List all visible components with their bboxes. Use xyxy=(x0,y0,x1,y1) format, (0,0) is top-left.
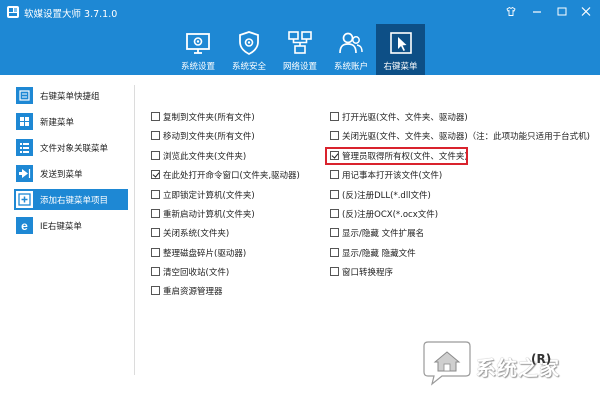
checkbox[interactable] xyxy=(330,131,339,140)
checkbox[interactable] xyxy=(151,131,160,140)
watermark-registered-mark: (R) xyxy=(531,352,552,366)
checkbox[interactable] xyxy=(151,190,160,199)
close-icon xyxy=(581,7,591,16)
checkbox[interactable] xyxy=(330,248,339,257)
option-label: (反)注册DLL(*.dll文件) xyxy=(342,191,431,201)
option-label: 重启资源管理器 xyxy=(163,287,223,297)
tab-context-menu[interactable]: 右键菜单 xyxy=(376,24,425,75)
option-label: 关闭光驱(文件、文件夹、驱动器)（注：此项功能只适用于台式机) xyxy=(342,132,590,142)
tab-label: 系统设置 xyxy=(180,62,215,72)
checkbox[interactable] xyxy=(151,209,160,218)
sidebar-item-ie-context-menu[interactable]: e IE右键菜单 xyxy=(14,215,128,236)
close-button[interactable] xyxy=(577,3,595,20)
sidebar-item-label: 右键菜单快捷组 xyxy=(40,92,100,102)
svg-text:e: e xyxy=(21,219,28,233)
tab-label: 网络设置 xyxy=(282,62,317,72)
checkbox[interactable] xyxy=(151,112,160,121)
sidebar-item-label: 新建菜单 xyxy=(40,118,75,128)
checkbox[interactable] xyxy=(330,209,339,218)
tab-label: 系统安全 xyxy=(231,62,266,72)
window-title: 软媒设置大师 3.7.1.0 xyxy=(24,9,118,20)
checkbox[interactable] xyxy=(151,151,160,160)
option-label: 复制到文件夹(所有文件) xyxy=(163,113,255,123)
checkbox[interactable] xyxy=(330,228,339,237)
checkbox[interactable] xyxy=(151,228,160,237)
checkbox[interactable] xyxy=(151,286,160,295)
option-label: 重新启动计算机(文件夹) xyxy=(163,210,255,220)
skin-button[interactable] xyxy=(502,3,520,20)
watermark: 系统之家 xyxy=(420,340,590,390)
checkbox[interactable] xyxy=(151,267,160,276)
option-label: 移动到文件夹(所有文件) xyxy=(163,132,255,142)
option-label: 关闭系统(文件夹) xyxy=(163,229,230,239)
list-icon xyxy=(16,139,33,156)
title-bar: 软媒设置大师 3.7.1.0 xyxy=(0,0,600,24)
tab-system-accounts[interactable]: 系统账户 xyxy=(325,24,377,75)
option-label: (反)注册OCX(*.ocx文件) xyxy=(342,210,439,220)
minimize-button[interactable] xyxy=(528,3,546,20)
sidebar: 右键菜单快捷组 新建菜单 文件对象关联菜单 发送到菜单 添加右键菜单项目 e I… xyxy=(14,85,128,241)
checkbox[interactable] xyxy=(330,190,339,199)
sidebar-item-context-menu-groups[interactable]: 右键菜单快捷组 xyxy=(14,85,128,106)
sidebar-item-add-context-menu-items[interactable]: 添加右键菜单项目 xyxy=(14,189,128,210)
sidebar-item-send-to-menu[interactable]: 发送到菜单 xyxy=(14,163,128,184)
menu-list-icon xyxy=(16,87,33,104)
minimize-icon xyxy=(533,11,541,13)
sidebar-item-label: 添加右键菜单项目 xyxy=(40,196,109,206)
sidebar-item-label: IE右键菜单 xyxy=(40,222,82,232)
option-label: 浏览此文件夹(文件夹) xyxy=(163,152,247,162)
option-label: 打开光驱(文件、文件夹、驱动器) xyxy=(342,113,468,123)
tab-label: 系统账户 xyxy=(333,62,368,72)
send-arrow-icon xyxy=(16,165,33,182)
cursor-click-icon xyxy=(389,32,412,54)
shirt-icon xyxy=(506,7,516,16)
option-label: 整理磁盘碎片(驱动器) xyxy=(163,249,247,259)
tab-network-settings[interactable]: 网络设置 xyxy=(274,24,326,75)
annotation-highlight-box xyxy=(325,147,468,165)
option-label: 在此处打开命令窗口(文件夹,驱动器) xyxy=(163,171,300,181)
checkbox-checked[interactable] xyxy=(151,170,160,179)
tab-label: 右键菜单 xyxy=(383,62,418,72)
network-icon xyxy=(288,31,312,54)
sidebar-item-file-association-menu[interactable]: 文件对象关联菜单 xyxy=(14,137,128,158)
shield-gear-icon xyxy=(239,31,259,56)
option-label: 清空回收站(文件) xyxy=(163,268,230,278)
ie-icon: e xyxy=(16,217,33,234)
app-logo-icon xyxy=(7,6,19,18)
new-grid-icon xyxy=(16,113,33,130)
maximize-button[interactable] xyxy=(553,3,571,20)
option-label: 窗口转换程序 xyxy=(342,268,394,278)
option-label: 显示/隐藏 隐藏文件 xyxy=(342,249,416,259)
main-toolbar: 系统设置 系统安全 网络设置 系统账户 右键菜单 xyxy=(0,24,600,75)
add-item-icon xyxy=(16,191,33,208)
sidebar-divider xyxy=(134,85,135,375)
checkbox[interactable] xyxy=(330,112,339,121)
option-label: 用记事本打开该文件(文件) xyxy=(342,171,443,181)
maximize-icon xyxy=(557,7,567,16)
sidebar-item-label: 文件对象关联菜单 xyxy=(40,144,109,154)
checkbox[interactable] xyxy=(151,248,160,257)
checkbox[interactable] xyxy=(330,170,339,179)
sidebar-item-new-menu[interactable]: 新建菜单 xyxy=(14,111,128,132)
gear-monitor-icon xyxy=(186,33,210,54)
house-bubble-icon xyxy=(423,341,471,386)
users-icon xyxy=(339,32,363,54)
tab-system-security[interactable]: 系统安全 xyxy=(223,24,275,75)
checkbox[interactable] xyxy=(330,267,339,276)
sidebar-item-label: 发送到菜单 xyxy=(40,170,83,180)
tab-system-settings[interactable]: 系统设置 xyxy=(172,24,224,75)
option-label: 立即锁定计算机(文件夹) xyxy=(163,191,255,201)
option-label: 显示/隐藏 文件扩展名 xyxy=(342,229,425,239)
